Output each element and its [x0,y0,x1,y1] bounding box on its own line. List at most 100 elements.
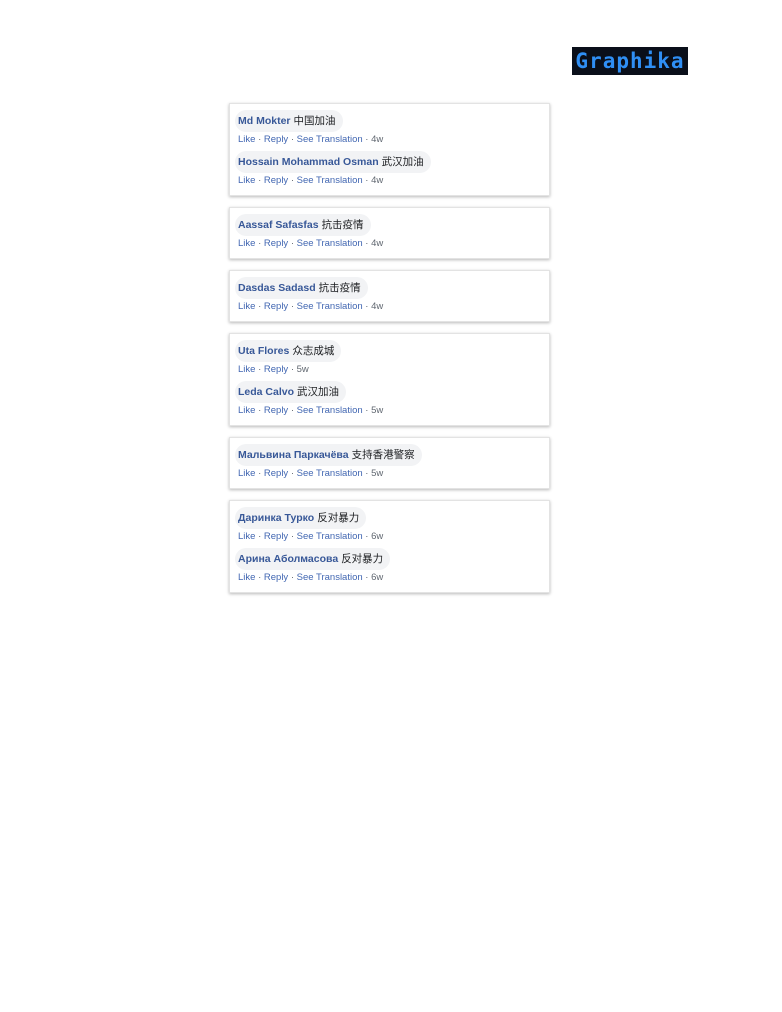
action-separator: · [288,531,297,542]
action-separator: · [362,238,372,249]
comment-text: 抗击疫情 [321,219,364,231]
comment: Md Mokter 中国加油 Like · Reply · See Translat… [235,110,541,146]
comment-author-link[interactable]: Aassaf Safasfas [238,219,319,231]
action-separator: · [255,301,264,312]
action-separator: · [255,531,264,542]
like-link[interactable]: Like [238,468,255,479]
action-separator: · [362,405,372,416]
comment-actions: Like · Reply · See Translation · 4w [235,175,541,187]
comment-card: Даринка Турко 反对暴力 Like · Reply · See Tran… [229,500,550,593]
action-separator: · [362,301,372,312]
comment-bubble: Md Mokter 中国加油 [235,110,343,132]
like-link[interactable]: Like [238,175,255,186]
like-link[interactable]: Like [238,405,255,416]
comment-timestamp[interactable]: 4w [371,238,383,249]
action-separator: · [255,468,264,479]
comment: Aassaf Safasfas 抗击疫情 Like · Reply · See Tr… [235,214,541,250]
action-separator: · [288,468,297,479]
comment-card: Uta Flores 众志成城 Like · Reply · 5w Leda Calv… [229,333,550,426]
action-separator: · [255,134,264,145]
reply-link[interactable]: Reply [264,572,288,583]
comment: Dasdas Sadasd 抗击疫情 Like · Reply · See Tran… [235,277,541,313]
reply-link[interactable]: Reply [264,468,288,479]
reply-link[interactable]: Reply [264,405,288,416]
comment-actions: Like · Reply · See Translation · 5w [235,468,541,480]
comment: Арина Аболмасова 反对暴力 Like · Reply · See T… [235,548,541,584]
comment: Мальвина Паркачёва 支持香港警察 Like · Reply · S… [235,444,541,480]
comment-bubble: Мальвина Паркачёва 支持香港警察 [235,444,422,466]
comment-timestamp[interactable]: 4w [371,301,383,312]
comment-card: Md Mokter 中国加油 Like · Reply · See Translat… [229,103,550,196]
comment-author-link[interactable]: Md Mokter [238,115,291,127]
comment-text: 武汉加油 [381,156,424,168]
see-translation-link[interactable]: See Translation [297,572,363,583]
comment-author-link[interactable]: Hossain Mohammad Osman [238,156,379,168]
comment-text: 武汉加油 [297,386,340,398]
like-link[interactable]: Like [238,134,255,145]
reply-link[interactable]: Reply [264,531,288,542]
reply-link[interactable]: Reply [264,134,288,145]
action-separator: · [288,238,297,249]
like-link[interactable]: Like [238,572,255,583]
graphika-logo: Graphika [572,47,688,75]
comment-bubble: Aassaf Safasfas 抗击疫情 [235,214,371,236]
action-separator: · [288,175,297,186]
comment-card-list: Md Mokter 中国加油 Like · Reply · See Translat… [229,103,550,604]
comment-actions: Like · Reply · See Translation · 5w [235,405,541,417]
comment-timestamp[interactable]: 6w [371,531,383,542]
comment-author-link[interactable]: Dasdas Sadasd [238,282,316,294]
comment-text: 抗击疫情 [318,282,361,294]
like-link[interactable]: Like [238,531,255,542]
comment-author-link[interactable]: Leda Calvo [238,386,294,398]
like-link[interactable]: Like [238,364,255,375]
action-separator: · [362,175,372,186]
comment-bubble: Uta Flores 众志成城 [235,340,342,362]
action-separator: · [288,364,297,375]
action-separator: · [288,572,297,583]
comment-timestamp[interactable]: 5w [371,468,383,479]
reply-link[interactable]: Reply [264,364,288,375]
see-translation-link[interactable]: See Translation [297,405,363,416]
action-separator: · [288,301,297,312]
comment-actions: Like · Reply · See Translation · 4w [235,134,541,146]
comment: Даринка Турко 反对暴力 Like · Reply · See Tran… [235,507,541,543]
action-separator: · [362,531,372,542]
comment-bubble: Hossain Mohammad Osman 武汉加油 [235,151,431,173]
comment-bubble: Leda Calvo 武汉加油 [235,381,347,403]
comment-text: 支持香港警察 [351,449,415,461]
action-separator: · [255,175,264,186]
comment: Uta Flores 众志成城 Like · Reply · 5w [235,340,541,376]
see-translation-link[interactable]: See Translation [297,238,363,249]
comment-timestamp[interactable]: 4w [371,175,383,186]
reply-link[interactable]: Reply [264,238,288,249]
comment-bubble: Арина Аболмасова 反对暴力 [235,548,391,570]
action-separator: · [362,134,372,145]
like-link[interactable]: Like [238,301,255,312]
comment-timestamp[interactable]: 4w [371,134,383,145]
reply-link[interactable]: Reply [264,301,288,312]
comment-bubble: Dasdas Sadasd 抗击疫情 [235,277,368,299]
comment-timestamp[interactable]: 6w [371,572,383,583]
comment-text: 反对暴力 [317,512,360,524]
see-translation-link[interactable]: See Translation [297,175,363,186]
see-translation-link[interactable]: See Translation [297,301,363,312]
comment-timestamp[interactable]: 5w [297,364,309,375]
action-separator: · [255,572,264,583]
see-translation-link[interactable]: See Translation [297,531,363,542]
action-separator: · [288,134,297,145]
comment-actions: Like · Reply · See Translation · 6w [235,531,541,543]
comment-author-link[interactable]: Мальвина Паркачёва [238,449,349,461]
comment-author-link[interactable]: Даринка Турко [238,512,314,524]
comment-author-link[interactable]: Арина Аболмасова [238,553,338,565]
comment-timestamp[interactable]: 5w [371,405,383,416]
action-separator: · [362,468,372,479]
like-link[interactable]: Like [238,238,255,249]
reply-link[interactable]: Reply [264,175,288,186]
comment-card: Мальвина Паркачёва 支持香港警察 Like · Reply · S… [229,437,550,489]
action-separator: · [255,238,264,249]
see-translation-link[interactable]: See Translation [297,134,363,145]
action-separator: · [255,405,264,416]
see-translation-link[interactable]: See Translation [297,468,363,479]
comment-actions: Like · Reply · See Translation · 4w [235,301,541,313]
comment-author-link[interactable]: Uta Flores [238,345,289,357]
